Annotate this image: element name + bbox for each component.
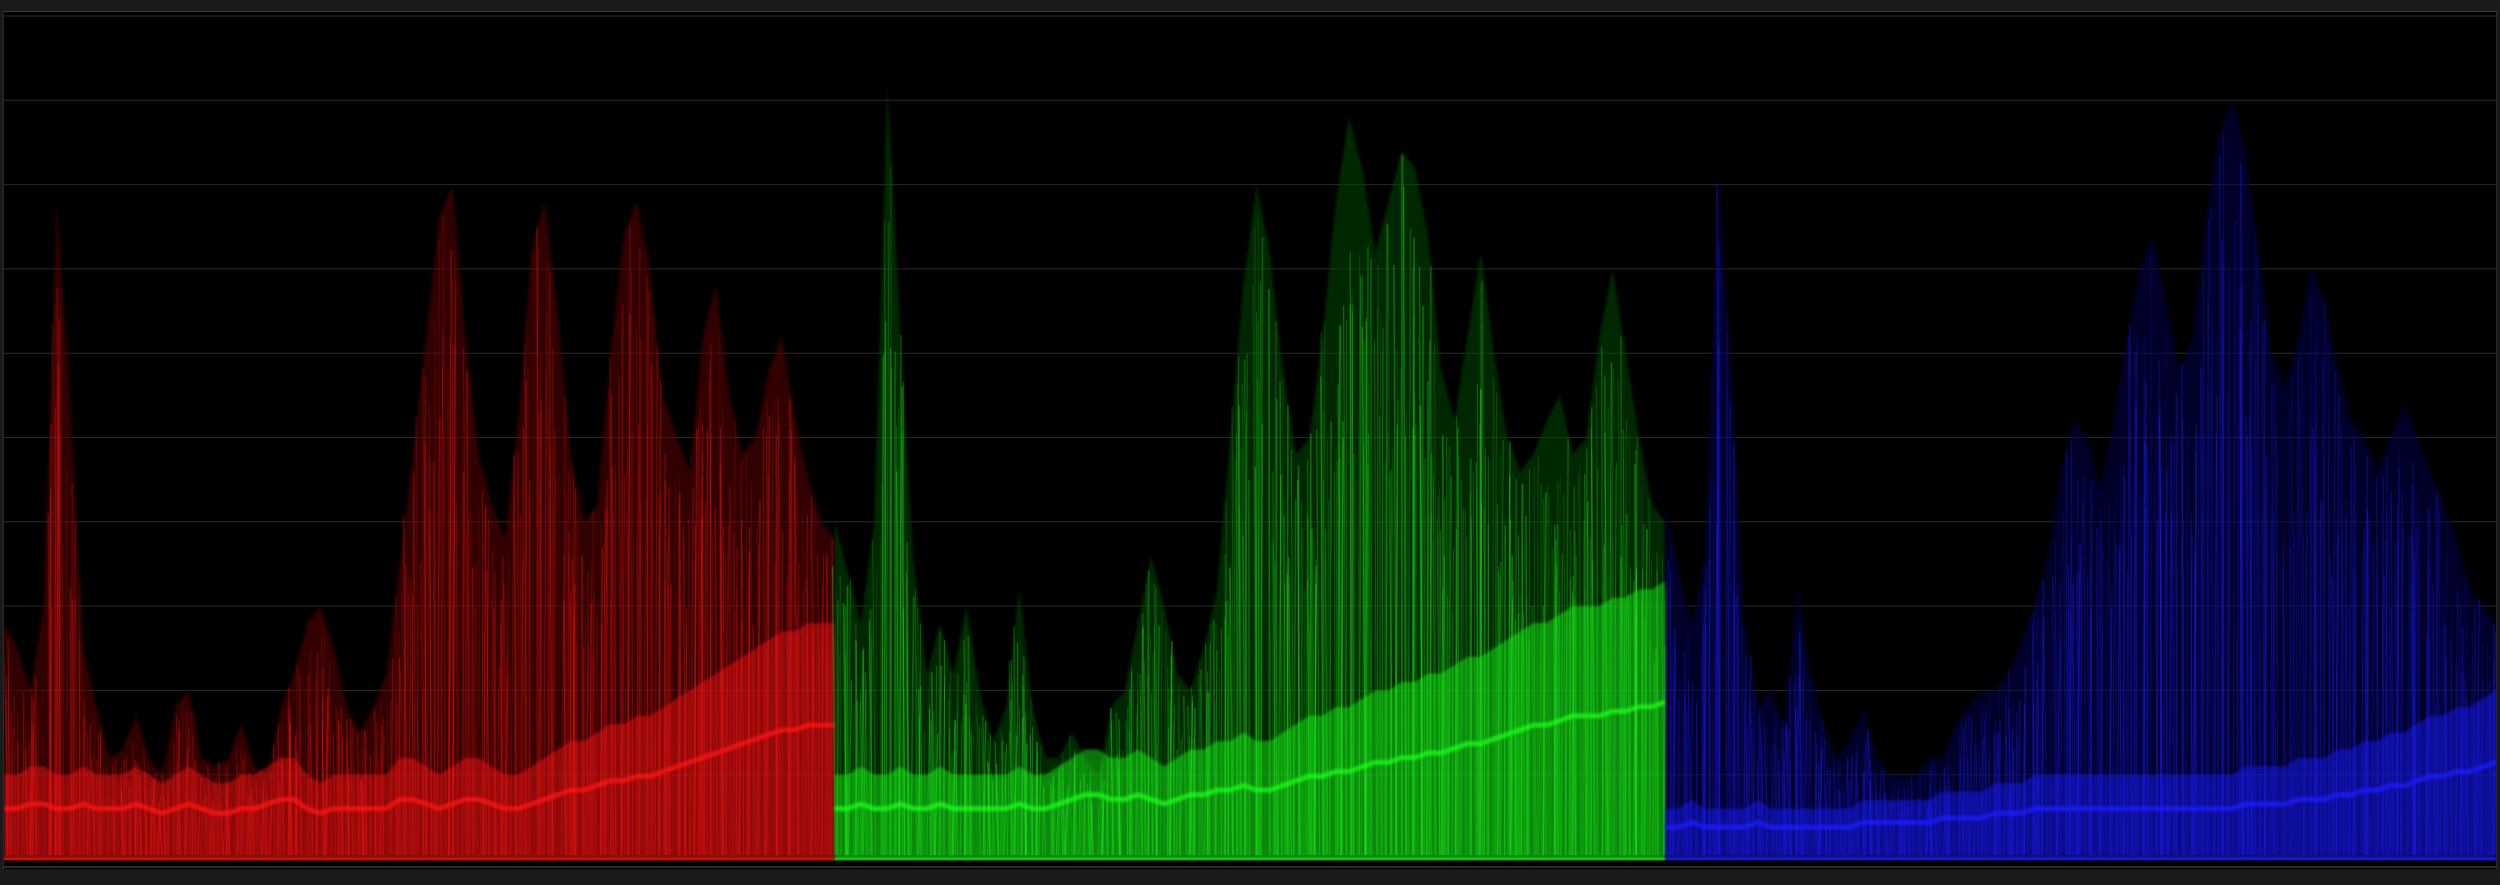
blue-streak [1729, 405, 1732, 856]
green-channel-trace [831, 83, 1667, 861]
blue-streak [1725, 316, 1728, 856]
channel-traces [4, 83, 2496, 861]
blue-channel-trace [1664, 100, 2496, 861]
rgb-parade-scope [0, 0, 2500, 885]
blue-streak [2228, 267, 2231, 856]
parade-waveform-canvas [4, 15, 2496, 861]
scope-bottom-rule [3, 866, 2497, 868]
scope-frame [3, 11, 2497, 869]
